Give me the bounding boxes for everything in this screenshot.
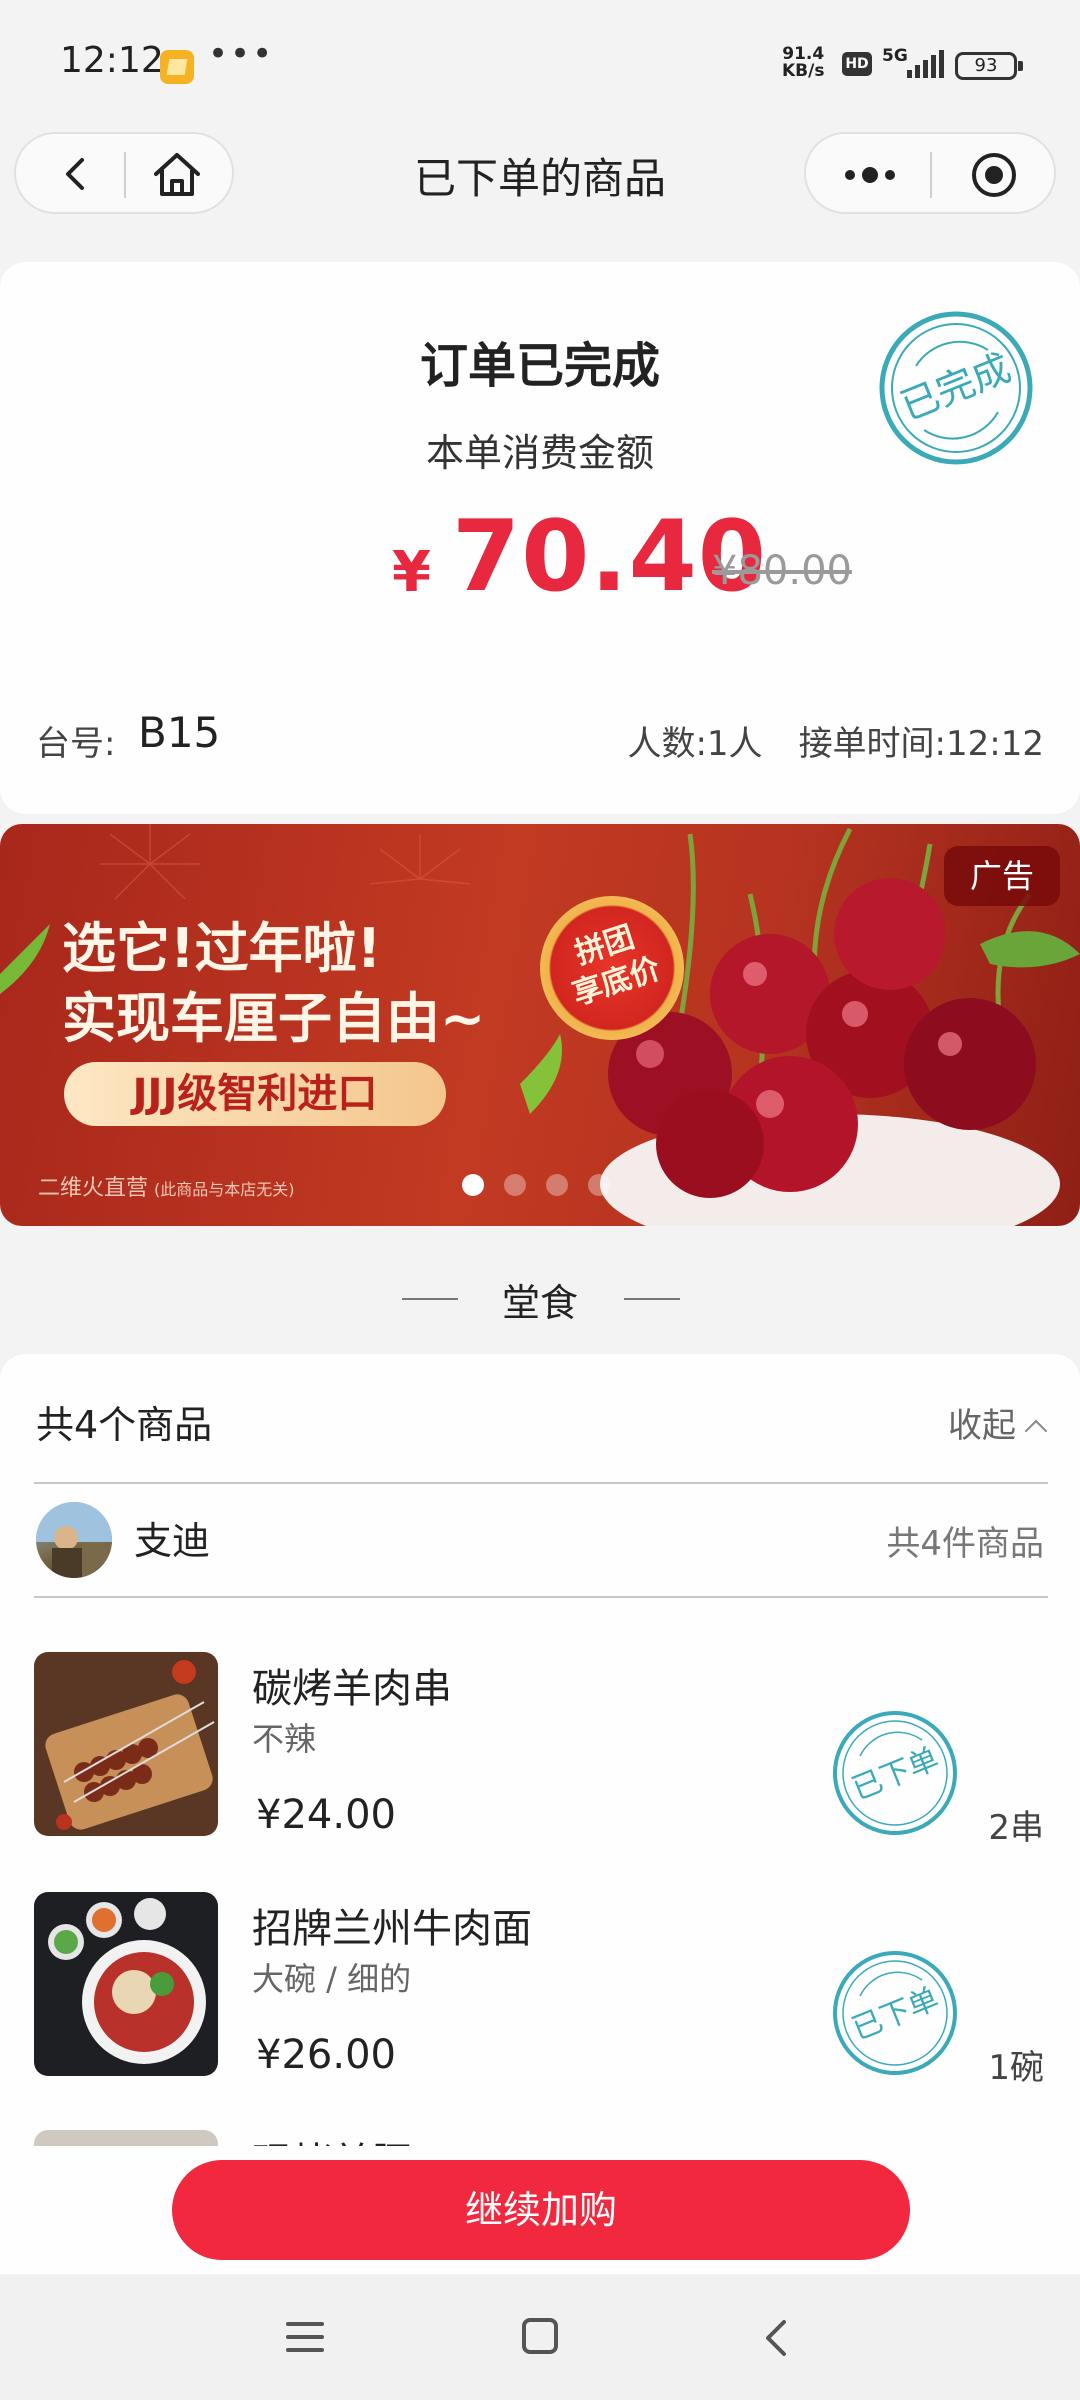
system-navigation-bar [0,2274,1080,2400]
lamb-skewers-image [34,1652,218,1836]
status-bar: 12:12 ••• 91.4 KB/s HD 5G 93 [0,0,1080,130]
ordered-stamp: 已下单 [833,1951,957,2075]
nav-divider [124,152,126,198]
ad-disclaimer: (此商品与本店无关) [154,1180,295,1199]
nav-right-capsule [804,132,1056,214]
item-price: ¥26.00 [256,2032,396,2078]
carousel-dot[interactable] [504,1174,526,1196]
section-heading: 堂食 [501,1281,578,1325]
more-notifications-icon: ••• [208,34,275,74]
bottom-action-bar: 继续加购 [0,2146,1080,2274]
people-count: 人数:1人 [627,724,763,764]
continue-shopping-button[interactable]: 继续加购 [172,2160,910,2260]
menu-icon[interactable] [286,2320,324,2354]
status-time: 12:12 [60,40,164,81]
more-options-icon[interactable] [842,160,898,190]
ordered-stamp: 已下单 [833,1711,957,1835]
amount-currency: ¥ [392,540,431,605]
completed-stamp-text: 已完成 [895,345,1017,429]
order-time: 接单时间:12:12 [798,724,1044,764]
item-spec: 不辣 [252,1720,317,1758]
ad-feature-pill: JJJ级智利进口 [64,1062,446,1126]
beef-noodles-image [34,1892,218,2076]
notification-app-icon [160,50,194,84]
battery-icon: 93 [955,52,1023,80]
collapse-label: 收起 [948,1406,1016,1446]
network-speed-unit: KB/s [782,61,825,81]
ad-banner[interactable]: 选它!过年啦! 实现车厘子自由~ JJJ级智利进口 二维火直营 (此商品与本店无关… [0,824,1080,1226]
list-item[interactable]: 碳烤羊肉串 不辣 ¥24.00 已下单 2串 [0,1652,1080,1848]
original-amount: ¥80.00 [712,548,852,594]
carousel-dot-active[interactable] [462,1174,484,1196]
nav-left-capsule [14,132,234,214]
item-quantity: 1碗 [988,2048,1044,2088]
table-number-label: 台号: [36,724,116,764]
items-count: 共4个商品 [36,1403,213,1447]
close-miniapp-icon[interactable] [970,151,1018,199]
nav-divider [930,152,932,198]
item-name: 碳烤羊肉串 [252,1666,452,1712]
list-item-partial[interactable]: 现烤羊腰 [0,2130,1080,2146]
ad-headline-line2: 实现车厘子自由~ [62,987,486,1050]
back-icon[interactable] [56,154,96,194]
amount-label: 本单消费金额 [425,431,654,475]
item-price: ¥24.00 [256,1792,396,1838]
item-image-partial [34,2130,218,2146]
ad-footnote-text: 二维火直营 [38,1176,149,1201]
collapse-button[interactable]: 收起 [948,1398,1048,1447]
item-name-partial: 现烤羊腰 [252,2130,412,2146]
avatar [36,1502,112,1578]
section-divider-right [624,1298,680,1300]
list-item[interactable]: 招牌兰州牛肉面 大碗 / 细的 ¥26.00 已下单 1碗 [0,1892,1080,2088]
divider [34,1596,1048,1598]
user-name: 支迪 [134,1519,211,1563]
page-title: 已下单的商品 [413,154,666,203]
system-back-icon[interactable] [760,2318,790,2358]
order-meta: 人数:1人 接单时间:12:12 [627,716,1044,765]
table-number: B15 [138,708,221,757]
item-quantity: 2串 [988,1808,1044,1848]
network-type: 5G [882,46,908,66]
ad-tag: 广告 [944,846,1060,906]
hd-icon: HD [842,52,872,76]
ad-headline-line1: 选它!过年啦! [62,917,382,980]
group-price-badge-text: 拼团 享底价 [531,906,691,1023]
carousel-dot[interactable] [546,1174,568,1196]
chevron-up-icon [1024,1419,1048,1443]
item-name: 招牌兰州牛肉面 [252,1906,532,1952]
network-speed: 91.4 KB/s [782,46,824,80]
order-summary-card: 订单已完成 已完成 本单消费金额 ¥ 70.40 ¥80.00 台号: B15 … [0,262,1080,814]
item-spec: 大碗 / 细的 [252,1960,412,1998]
signal-icon [907,50,944,78]
carousel-dot[interactable] [588,1174,610,1196]
divider [34,1482,1048,1484]
user-item-count: 共4件商品 [886,1524,1044,1564]
carousel-indicator [462,1174,630,1200]
home-icon[interactable] [152,150,202,198]
ad-footnote: 二维火直营 (此商品与本店无关) [38,1170,295,1202]
system-home-icon[interactable] [522,2318,558,2354]
